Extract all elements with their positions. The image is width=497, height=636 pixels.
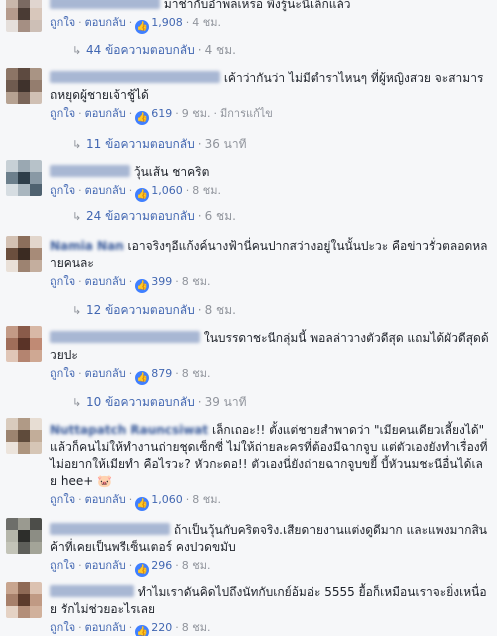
view-replies-link[interactable]: ↳ 12 ข้อความตอบกลับ · 8 ชม. — [72, 302, 236, 319]
like-button[interactable]: ถูกใจ — [50, 621, 75, 634]
like-button[interactable]: ถูกใจ — [50, 493, 75, 506]
reply-button[interactable]: ตอบกลับ — [85, 16, 126, 29]
replies-time: 4 ชม. — [204, 43, 236, 57]
reaction-count[interactable]: 1,060 — [151, 184, 183, 197]
comment-actions: ถูกใจ · ตอบกลับ · 👍 1,908 · 4 ชม. — [50, 16, 221, 34]
like-button[interactable]: ถูกใจ — [50, 275, 75, 288]
replies-count[interactable]: 12 ข้อความตอบกลับ — [86, 303, 195, 317]
comment-actions: ถูกใจ · ตอบกลับ · 👍 399 · 8 ชม. — [50, 275, 211, 293]
replies-count[interactable]: 24 ข้อความตอบกลับ — [86, 209, 195, 223]
comment-author[interactable] — [50, 523, 170, 535]
comment-actions: ถูกใจ · ตอบกลับ · 👍 1,060 · 8 ชม. — [50, 493, 221, 511]
reaction-count[interactable]: 296 — [151, 559, 172, 572]
reaction-count[interactable]: 879 — [151, 367, 172, 380]
reply-button[interactable]: ตอบกลับ — [85, 559, 126, 572]
like-button[interactable]: ถูกใจ — [50, 367, 75, 380]
comment-text: ในบรรดาชะนีกลุ่มนี้ พอลล่าวางตัวดีสุด แถ… — [50, 330, 489, 364]
reply-arrow-icon: ↳ — [72, 44, 82, 57]
like-button[interactable]: ถูกใจ — [50, 184, 75, 197]
comment-body: วุ้นเส้น ชาคริต — [133, 165, 210, 179]
comment-time[interactable]: 8 ชม. — [182, 621, 211, 634]
avatar[interactable] — [6, 326, 42, 362]
comment-actions: ถูกใจ · ตอบกลับ · 👍 220 · 8 ชม. — [50, 620, 489, 636]
thumbs-up-icon: 👍 — [135, 371, 150, 385]
comment-text: วุ้นเส้น ชาคริต — [50, 164, 489, 181]
replies-count[interactable]: 10 ข้อความตอบกลับ — [86, 395, 195, 409]
replies-count[interactable]: 44 ข้อความตอบกลับ — [86, 43, 195, 57]
replies-time: 8 ชม. — [204, 303, 236, 317]
reaction-count[interactable]: 619 — [151, 107, 172, 120]
comment-text: เค้าว่ากันว่า ไม่มีตำราไหนๆ ที่ผู้หญิงสว… — [50, 70, 489, 104]
comment-time[interactable]: 8 ชม. — [182, 275, 211, 288]
avatar[interactable] — [6, 68, 42, 104]
reply-button[interactable]: ตอบกลับ — [85, 493, 126, 506]
reply-arrow-icon: ↳ — [72, 210, 82, 223]
replies-count[interactable]: 11 ข้อความตอบกลับ — [86, 137, 195, 151]
thumbs-up-icon: 👍 — [135, 111, 150, 125]
thumbs-up-icon: 👍 — [135, 279, 150, 293]
reply-button[interactable]: ตอบกลับ — [85, 367, 126, 380]
comment-time[interactable]: 9 ชม. — [182, 107, 211, 120]
comment-body: มาช่ากับอำพลเหรอ พึ่งรู้นะนี่เล็กแล้ว — [163, 0, 351, 11]
comment-author[interactable]: Nuttapatch Rauncsiwat — [50, 423, 208, 437]
thumbs-up-icon: 👍 — [135, 497, 150, 511]
comment-text: Nuttapatch Rauncsiwat เล็กเถอะ!! ตั้งแต่… — [50, 422, 489, 490]
reply-button[interactable]: ตอบกลับ — [85, 184, 126, 197]
comment-author[interactable] — [50, 71, 220, 83]
replies-time: 39 นาที — [204, 395, 247, 409]
comment-feed: มาช่ากับอำพลเหรอ พึ่งรู้นะนี่เล็กแล้ว ถู… — [0, 0, 497, 636]
avatar[interactable] — [6, 518, 42, 554]
comment-author[interactable] — [50, 165, 130, 177]
view-replies-link[interactable]: ↳ 10 ข้อความตอบกลับ · 39 นาที — [72, 394, 247, 411]
comment-actions: ถูกใจ · ตอบกลับ · 👍 296 · 8 ชม. — [50, 559, 211, 577]
avatar[interactable] — [6, 582, 42, 618]
comment-actions: ถูกใจ · ตอบกลับ · 👍 1,060 · 8 ชม. — [50, 184, 221, 202]
thumbs-up-icon: 👍 — [135, 188, 150, 202]
reply-arrow-icon: ↳ — [72, 138, 82, 151]
avatar[interactable] — [6, 236, 42, 272]
comment-time[interactable]: 8 ชม. — [192, 493, 221, 506]
comment-actions: ถูกใจ · ตอบกลับ · 👍 619 · 9 ชม. · มีการแก้ไข — [50, 107, 273, 125]
like-button[interactable]: ถูกใจ — [50, 559, 75, 572]
comment-text: มาช่ากับอำพลเหรอ พึ่งรู้นะนี่เล็กแล้ว — [50, 0, 489, 13]
reaction-count[interactable]: 220 — [151, 621, 172, 634]
edited-label[interactable]: มีการแก้ไข — [220, 107, 273, 120]
like-button[interactable]: ถูกใจ — [50, 107, 75, 120]
view-replies-link[interactable]: ↳ 11 ข้อความตอบกลับ · 36 นาที — [72, 136, 247, 153]
reply-arrow-icon: ↳ — [72, 304, 82, 317]
comment-time[interactable]: 8 ชม. — [182, 559, 211, 572]
avatar[interactable] — [6, 160, 42, 196]
comment-author[interactable] — [50, 585, 134, 597]
reply-button[interactable]: ตอบกลับ — [85, 621, 126, 634]
replies-time: 36 นาที — [204, 137, 247, 151]
reaction-count[interactable]: 399 — [151, 275, 172, 288]
avatar[interactable] — [6, 418, 42, 454]
reply-arrow-icon: ↳ — [72, 396, 82, 409]
comment-text: ถ้าเป็นวุ้นกับคริตจริง.เสียดายงานแต่งดูด… — [50, 522, 489, 556]
reaction-count[interactable]: 1,060 — [151, 493, 183, 506]
reply-button[interactable]: ตอบกลับ — [85, 107, 126, 120]
thumbs-up-icon: 👍 — [135, 20, 150, 34]
thumbs-up-icon: 👍 — [135, 625, 150, 636]
like-button[interactable]: ถูกใจ — [50, 16, 75, 29]
thumbs-up-icon: 👍 — [135, 563, 150, 577]
comment-time[interactable]: 4 ชม. — [192, 16, 221, 29]
comment-actions: ถูกใจ · ตอบกลับ · 👍 879 · 8 ชม. — [50, 367, 211, 385]
comment-item: มาช่ากับอำพลเหรอ พึ่งรู้นะนี่เล็กแล้ว ถู… — [0, 0, 497, 62]
comment-author[interactable] — [50, 331, 200, 343]
replies-time: 6 ชม. — [204, 209, 236, 223]
comment-text: ทำไมเราดันคิดไปถึงนัทกับเกย์อ้มอ่ะ 5555 … — [50, 584, 489, 618]
comment-text: Namia Nan เอาจริงๆอีแก้งค์นางฟ้านี่คนปาก… — [50, 238, 489, 272]
reply-button[interactable]: ตอบกลับ — [85, 275, 126, 288]
reaction-count[interactable]: 1,908 — [151, 16, 183, 29]
comment-author[interactable] — [50, 0, 160, 9]
comment-author[interactable]: Namia Nan — [50, 239, 124, 253]
comment-time[interactable]: 8 ชม. — [192, 184, 221, 197]
avatar[interactable] — [6, 0, 42, 32]
view-replies-link[interactable]: ↳ 44 ข้อความตอบกลับ · 4 ชม. — [72, 42, 236, 59]
view-replies-link[interactable]: ↳ 24 ข้อความตอบกลับ · 6 ชม. — [72, 208, 236, 225]
comment-time[interactable]: 8 ชม. — [182, 367, 211, 380]
